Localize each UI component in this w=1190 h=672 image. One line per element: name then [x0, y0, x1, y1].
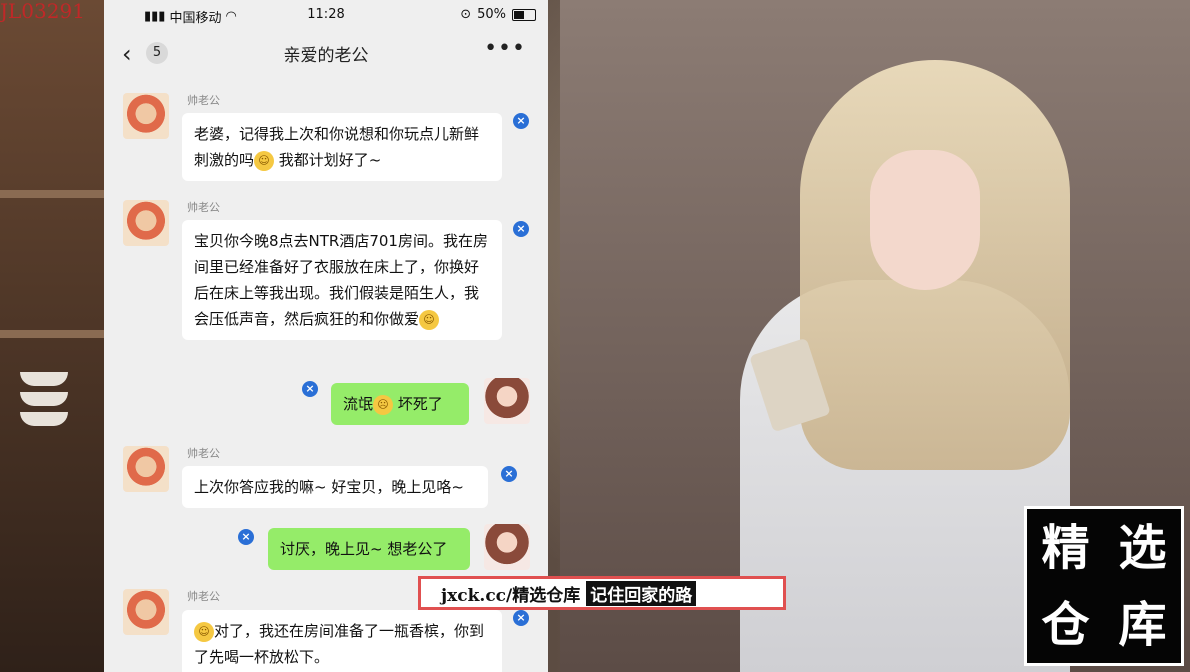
message-text: 讨厌，晚上见~ 想老公了	[280, 540, 448, 558]
message-text: 宝贝你今晚8点去NTR酒店701房间。我在房间里已经准备好了衣服放在床上了，你换…	[194, 232, 488, 328]
kitchen-cabinet	[0, 0, 110, 672]
chat-screen: ▮▮▮ 中国移动 ◠ 11:28 ⊙ 50% ‹ 5 亲爱的老公 ••• 帅老公…	[104, 0, 548, 672]
character-face	[870, 150, 980, 290]
wife-avatar[interactable]	[484, 524, 530, 570]
husband-avatar[interactable]	[123, 446, 169, 492]
shelf	[0, 190, 110, 198]
sender-name: 帅老公	[187, 201, 220, 214]
my-message-bubble[interactable]: 讨厌，晚上见~ 想老公了	[268, 528, 470, 570]
husband-avatar[interactable]	[123, 589, 169, 635]
message-text: 对了，我还在房间准备了一瓶香槟，你到了先喝一杯放松下。	[194, 622, 485, 666]
message-text: 上次你答应我的嘛~ 好宝贝，晚上见咯~	[194, 478, 464, 496]
message-text-tail: 我都计划好了~	[278, 151, 382, 169]
my-message-bubble[interactable]: 流氓 ☹ 坏死了	[331, 383, 469, 425]
bowl	[20, 372, 68, 386]
message-bubble[interactable]: 宝贝你今晚8点去NTR酒店701房间。我在房间里已经准备好了衣服放在床上了，你换…	[182, 220, 502, 340]
message-bubble[interactable]: 老婆，记得我上次和你说想和你玩点儿新鲜刺激的吗 ☺ 我都计划好了~	[182, 113, 502, 181]
close-icon[interactable]: ×	[238, 529, 254, 545]
grin-emoji-icon: ☺	[254, 150, 275, 171]
battery-label: 50%	[477, 7, 506, 22]
stamp-char: 库	[1118, 596, 1167, 653]
close-icon[interactable]: ×	[302, 381, 318, 397]
shelf	[0, 330, 110, 338]
bowl	[20, 412, 68, 426]
husband-avatar[interactable]	[123, 200, 169, 246]
stamp-logo: 精 选 仓 库	[1024, 506, 1184, 666]
sender-name: 帅老公	[187, 94, 220, 107]
watermark-banner: jxck.cc/精选仓库 记住回家的路	[418, 576, 786, 610]
close-icon[interactable]: ×	[513, 221, 529, 237]
bowl	[20, 392, 68, 406]
watermark-slogan: 记住回家的路	[586, 580, 697, 606]
sender-name: 帅老公	[187, 590, 220, 603]
message-bubble[interactable]: ☺ 对了，我还在房间准备了一瓶香槟，你到了先喝一杯放松下。	[182, 610, 502, 672]
stamp-char: 精	[1041, 519, 1090, 576]
message-text-tail: 坏死了	[397, 395, 443, 413]
sender-name: 帅老公	[187, 447, 220, 460]
more-options-icon[interactable]: •••	[484, 36, 526, 61]
chat-title: 亲爱的老公	[283, 46, 369, 66]
stamp-char: 选	[1118, 519, 1167, 576]
battery-icon	[512, 8, 536, 21]
husband-avatar[interactable]	[123, 93, 169, 139]
close-icon[interactable]: ×	[513, 113, 529, 129]
stamp-char: 仓	[1041, 596, 1090, 653]
watermark-url: jxck.cc/精选仓库	[441, 585, 581, 606]
status-right: ⊙ 50%	[460, 7, 536, 22]
wink-emoji-icon: ☺	[194, 621, 214, 642]
wife-avatar[interactable]	[484, 378, 530, 424]
close-icon[interactable]: ×	[501, 466, 517, 482]
dizzy-emoji-icon: ☹	[373, 394, 394, 415]
rotation-lock-icon: ⊙	[460, 7, 472, 22]
message-text: 流氓	[343, 395, 374, 413]
grin-emoji-icon: ☺	[419, 309, 440, 330]
nav-bar: ‹ 5 亲爱的老公 •••	[104, 30, 548, 74]
corner-code: JL03291	[0, 0, 85, 23]
message-bubble[interactable]: 上次你答应我的嘛~ 好宝贝，晚上见咯~	[182, 466, 488, 508]
close-icon[interactable]: ×	[513, 610, 529, 626]
status-bar: ▮▮▮ 中国移动 ◠ 11:28 ⊙ 50%	[104, 0, 548, 30]
